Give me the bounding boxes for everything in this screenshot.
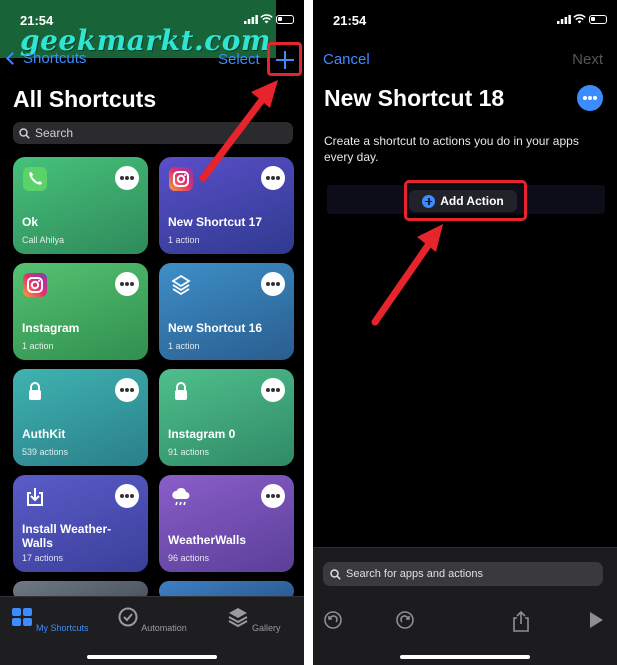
search-placeholder: Search for apps and actions [346, 568, 483, 580]
undo-icon[interactable] [323, 610, 343, 630]
new-shortcut-screen: 21:54 Cancel Next New Shortcut 18 Create… [313, 0, 617, 665]
red-arrow-annotation [199, 80, 278, 182]
search-actions-input[interactable]: Search for apps and actions [323, 562, 603, 586]
shortcuts-library-screen: 21:54 geekmarkt.com Shortcuts Select All… [0, 0, 304, 665]
search-icon [330, 568, 341, 580]
play-icon[interactable] [587, 610, 605, 630]
action-search-panel: Search for apps and actions [313, 547, 617, 665]
share-icon[interactable] [511, 610, 531, 632]
home-indicator [400, 655, 530, 659]
redo-icon[interactable] [395, 610, 415, 630]
